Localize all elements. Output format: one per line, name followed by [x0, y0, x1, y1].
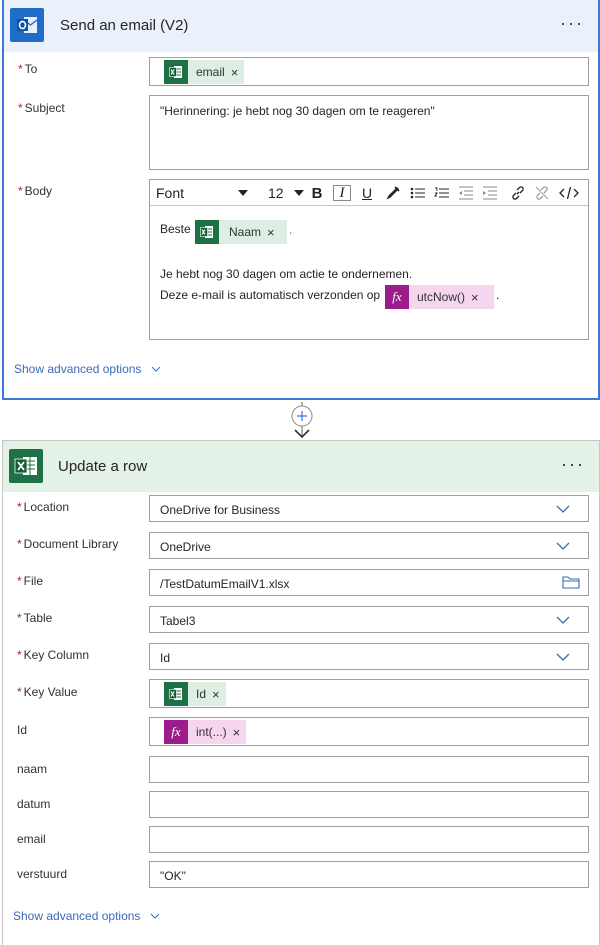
- unlink-icon[interactable]: [532, 184, 552, 202]
- remove-token-icon[interactable]: ×: [471, 290, 485, 305]
- document-library-label: * Document Library: [17, 537, 119, 551]
- naam-token[interactable]: Naam ×: [195, 220, 287, 244]
- fx-icon: fx: [164, 720, 188, 744]
- body-line2-text: Je hebt nog 30 dagen om actie te onderne…: [160, 267, 413, 281]
- email-input[interactable]: [149, 826, 589, 853]
- excel-token-icon: [164, 60, 188, 84]
- body-line1-suffix: ,: [289, 222, 293, 236]
- outlook-icon: [10, 8, 44, 42]
- rich-text-toolbar: Font 12 B I U: [150, 180, 588, 206]
- verstuurd-input[interactable]: "OK": [149, 861, 589, 888]
- font-size-dropdown[interactable]: 12: [268, 184, 304, 202]
- email-token[interactable]: email ×: [164, 60, 245, 84]
- increase-indent-icon[interactable]: [480, 184, 500, 202]
- remove-token-icon[interactable]: ×: [267, 225, 281, 240]
- key-column-dropdown[interactable]: Id: [149, 643, 589, 670]
- table-value: Tabel3: [160, 614, 196, 628]
- subject-value: "Herinnering: je hebt nog 30 dagen om te…: [160, 104, 435, 118]
- highlight-pen-icon[interactable]: [384, 184, 402, 202]
- to-label: * To: [18, 62, 38, 76]
- location-label: * Location: [17, 500, 70, 514]
- show-advanced-options-link[interactable]: Show advanced options: [13, 909, 160, 923]
- token-label: email: [196, 65, 225, 79]
- italic-button[interactable]: I: [333, 185, 351, 201]
- font-dropdown[interactable]: Font: [156, 184, 248, 202]
- document-library-dropdown[interactable]: OneDrive: [149, 532, 589, 559]
- update-row-header[interactable]: Update a row ···: [3, 440, 599, 492]
- to-input[interactable]: email ×: [149, 57, 589, 86]
- bullet-list-icon[interactable]: [408, 184, 428, 202]
- remove-token-icon[interactable]: ×: [233, 725, 247, 740]
- file-picker[interactable]: /TestDatumEmailV1.xlsx: [149, 569, 589, 596]
- more-options-button[interactable]: ···: [561, 454, 585, 475]
- subject-input[interactable]: "Herinnering: je hebt nog 30 dagen om te…: [149, 95, 589, 170]
- utcnow-token[interactable]: fx utcNow() ×: [385, 285, 494, 309]
- key-value-label: * Key Value: [17, 685, 78, 699]
- body-line3-text: Deze e-mail is automatisch verzonden op: [160, 288, 381, 302]
- body-line1-text: Beste: [160, 222, 191, 236]
- body-line3-suffix: .: [496, 288, 500, 302]
- caret-down-icon: [238, 190, 248, 196]
- link-icon[interactable]: [508, 184, 528, 202]
- chevron-down-icon: [152, 366, 161, 372]
- key-column-value: Id: [160, 651, 171, 665]
- update-row-card: Update a row ··· * Location OneDrive for …: [2, 440, 600, 945]
- numbered-list-icon[interactable]: [432, 184, 452, 202]
- card-title: Update a row: [58, 458, 148, 475]
- token-label: Naam: [229, 225, 262, 239]
- verstuurd-value: "OK": [160, 869, 186, 883]
- fx-icon: fx: [385, 285, 409, 309]
- id-input[interactable]: fx int(...) ×: [149, 717, 589, 746]
- remove-token-icon[interactable]: ×: [212, 687, 226, 702]
- underline-button[interactable]: U: [358, 184, 376, 202]
- send-email-card: Send an email (V2) ··· * To email × * Subj…: [2, 0, 600, 400]
- document-library-value: OneDrive: [160, 540, 211, 554]
- card-title: Send an email (V2): [60, 17, 189, 34]
- location-dropdown[interactable]: OneDrive for Business: [149, 495, 589, 522]
- subject-label: * Subject: [18, 101, 65, 115]
- excel-token-icon: [164, 682, 188, 706]
- key-value-input[interactable]: Id ×: [149, 679, 589, 708]
- body-editor[interactable]: Font 12 B I U Beste Naam × , Je hebt nog…: [149, 179, 589, 340]
- key-column-label: * Key Column: [17, 648, 90, 662]
- chevron-down-icon: [556, 616, 570, 624]
- chevron-down-icon: [556, 542, 570, 550]
- naam-input[interactable]: [149, 756, 589, 783]
- email-label: email: [17, 832, 46, 846]
- file-value: /TestDatumEmailV1.xlsx: [160, 577, 290, 591]
- datum-label: datum: [17, 797, 51, 811]
- bold-button[interactable]: B: [308, 184, 326, 202]
- remove-token-icon[interactable]: ×: [231, 65, 245, 80]
- body-label: * Body: [18, 184, 53, 198]
- table-dropdown[interactable]: Tabel3: [149, 606, 589, 633]
- chevron-down-icon: [556, 505, 570, 513]
- excel-icon: [9, 449, 43, 483]
- decrease-indent-icon[interactable]: [456, 184, 476, 202]
- location-value: OneDrive for Business: [160, 503, 281, 517]
- excel-token-icon: [195, 220, 219, 244]
- table-label: * Table: [17, 611, 53, 625]
- id-token[interactable]: Id ×: [164, 682, 226, 706]
- verstuurd-label: verstuurd: [17, 867, 68, 881]
- code-view-icon[interactable]: [558, 184, 580, 202]
- chevron-down-icon: [151, 913, 160, 919]
- token-label: utcNow(): [417, 290, 466, 304]
- int-token[interactable]: fx int(...) ×: [164, 720, 247, 744]
- more-options-button[interactable]: ···: [560, 13, 584, 34]
- caret-down-icon: [294, 190, 304, 196]
- datum-input[interactable]: [149, 791, 589, 818]
- token-label: Id: [196, 687, 207, 701]
- folder-icon[interactable]: [562, 575, 580, 589]
- file-label: * File: [17, 574, 44, 588]
- chevron-down-icon: [556, 653, 570, 661]
- send-email-header[interactable]: Send an email (V2) ···: [4, 0, 598, 52]
- token-label: int(...): [196, 725, 227, 739]
- add-step-icon[interactable]: [290, 402, 314, 440]
- naam-label: naam: [17, 762, 48, 776]
- show-advanced-options-link[interactable]: Show advanced options: [14, 362, 161, 376]
- id-label: Id: [17, 723, 28, 737]
